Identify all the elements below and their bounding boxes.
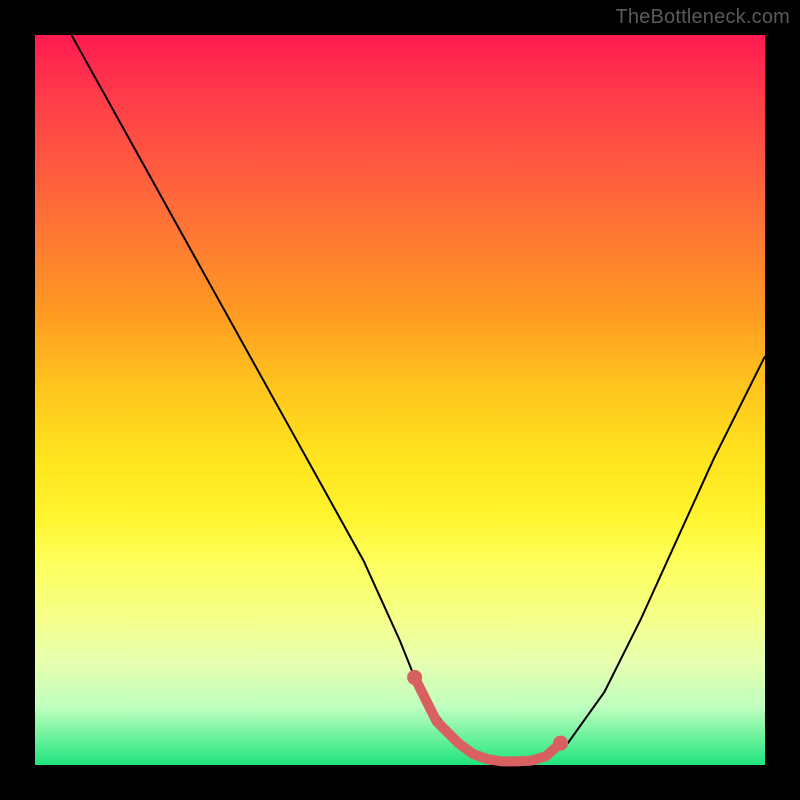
curve-line [72, 35, 766, 763]
highlight-dot [553, 736, 568, 751]
watermark-text: TheBottleneck.com [615, 6, 790, 29]
plot-group [72, 35, 766, 763]
highlight-dot [407, 670, 422, 685]
plot-svg [35, 35, 765, 765]
highlight-line [415, 677, 561, 761]
chart-container: TheBottleneck.com [0, 0, 800, 800]
